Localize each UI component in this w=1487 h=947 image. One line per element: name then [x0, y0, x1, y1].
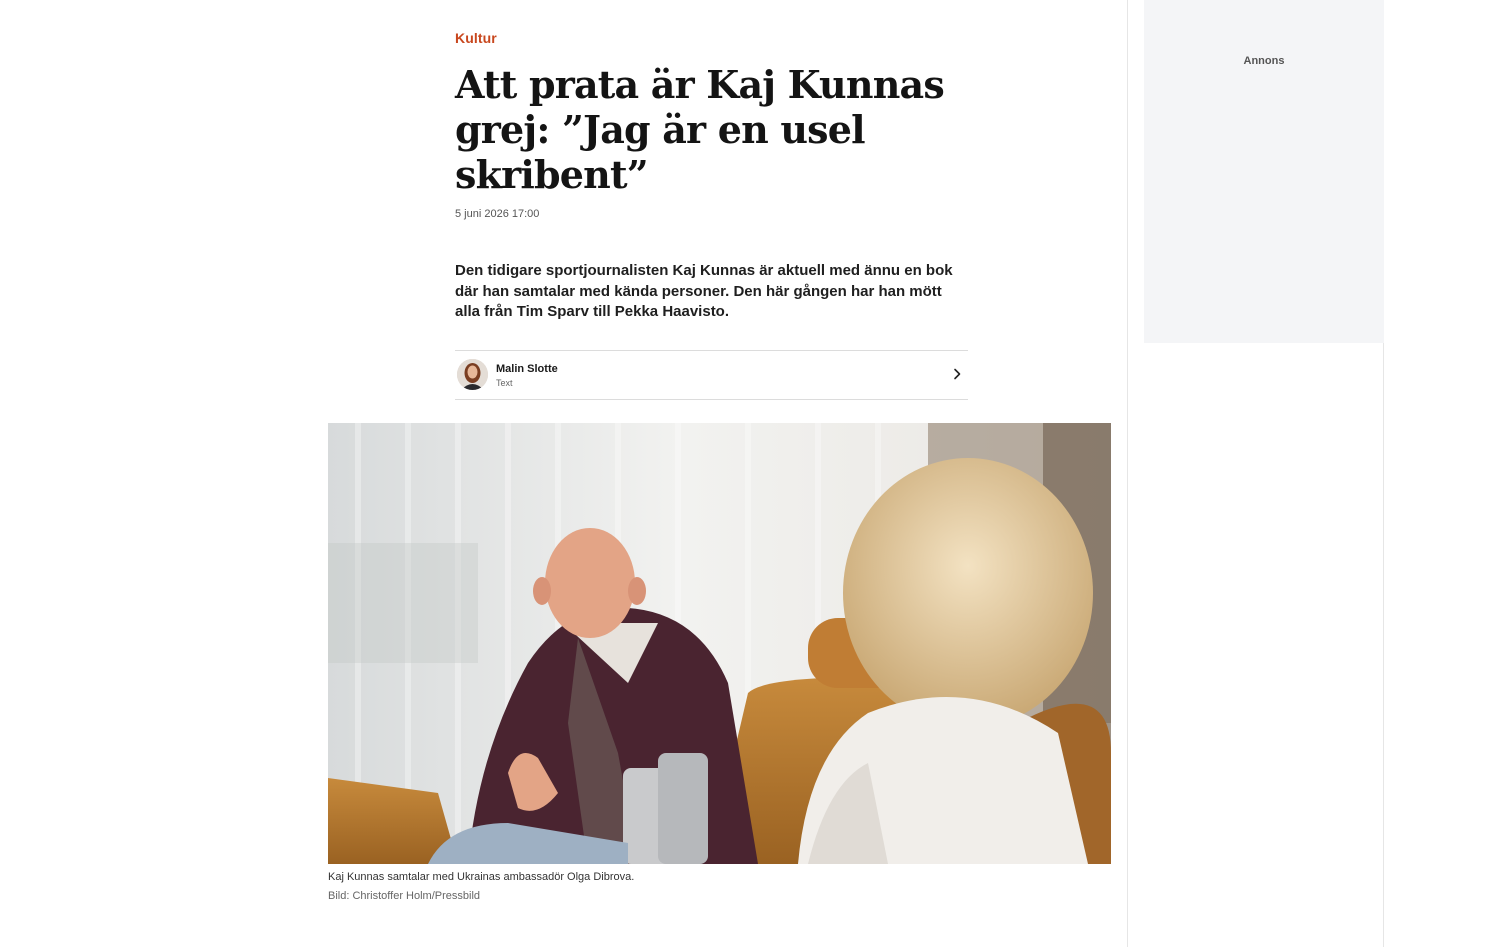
author-avatar — [457, 359, 488, 390]
content-divider-left — [1127, 0, 1128, 947]
author-role: Text — [496, 378, 513, 388]
article-photo[interactable] — [328, 423, 1111, 864]
article-image: Kaj Kunnas samtalar med Ukrainas ambassa… — [328, 423, 1111, 902]
image-credit: Bild: Christoffer Holm/Pressbild — [328, 890, 481, 902]
ad-label: Annons — [1243, 55, 1285, 67]
article-headline: Att prata är Kaj Kunnas grej: ”Jag är en… — [455, 62, 945, 197]
author-name: Malin Slotte — [496, 363, 558, 375]
chevron-right-icon — [954, 368, 961, 380]
publish-date: 5 juni 2026 17:00 — [455, 208, 540, 220]
ad-slot[interactable]: Annons — [1144, 0, 1384, 343]
author-byline[interactable]: Malin Slotte Text — [455, 350, 968, 400]
section-link[interactable]: Kultur — [455, 30, 497, 46]
article-lead: Den tidigare sportjournalisten Kaj Kunna… — [455, 262, 953, 320]
image-caption: Kaj Kunnas samtalar med Ukrainas ambassa… — [328, 871, 635, 883]
